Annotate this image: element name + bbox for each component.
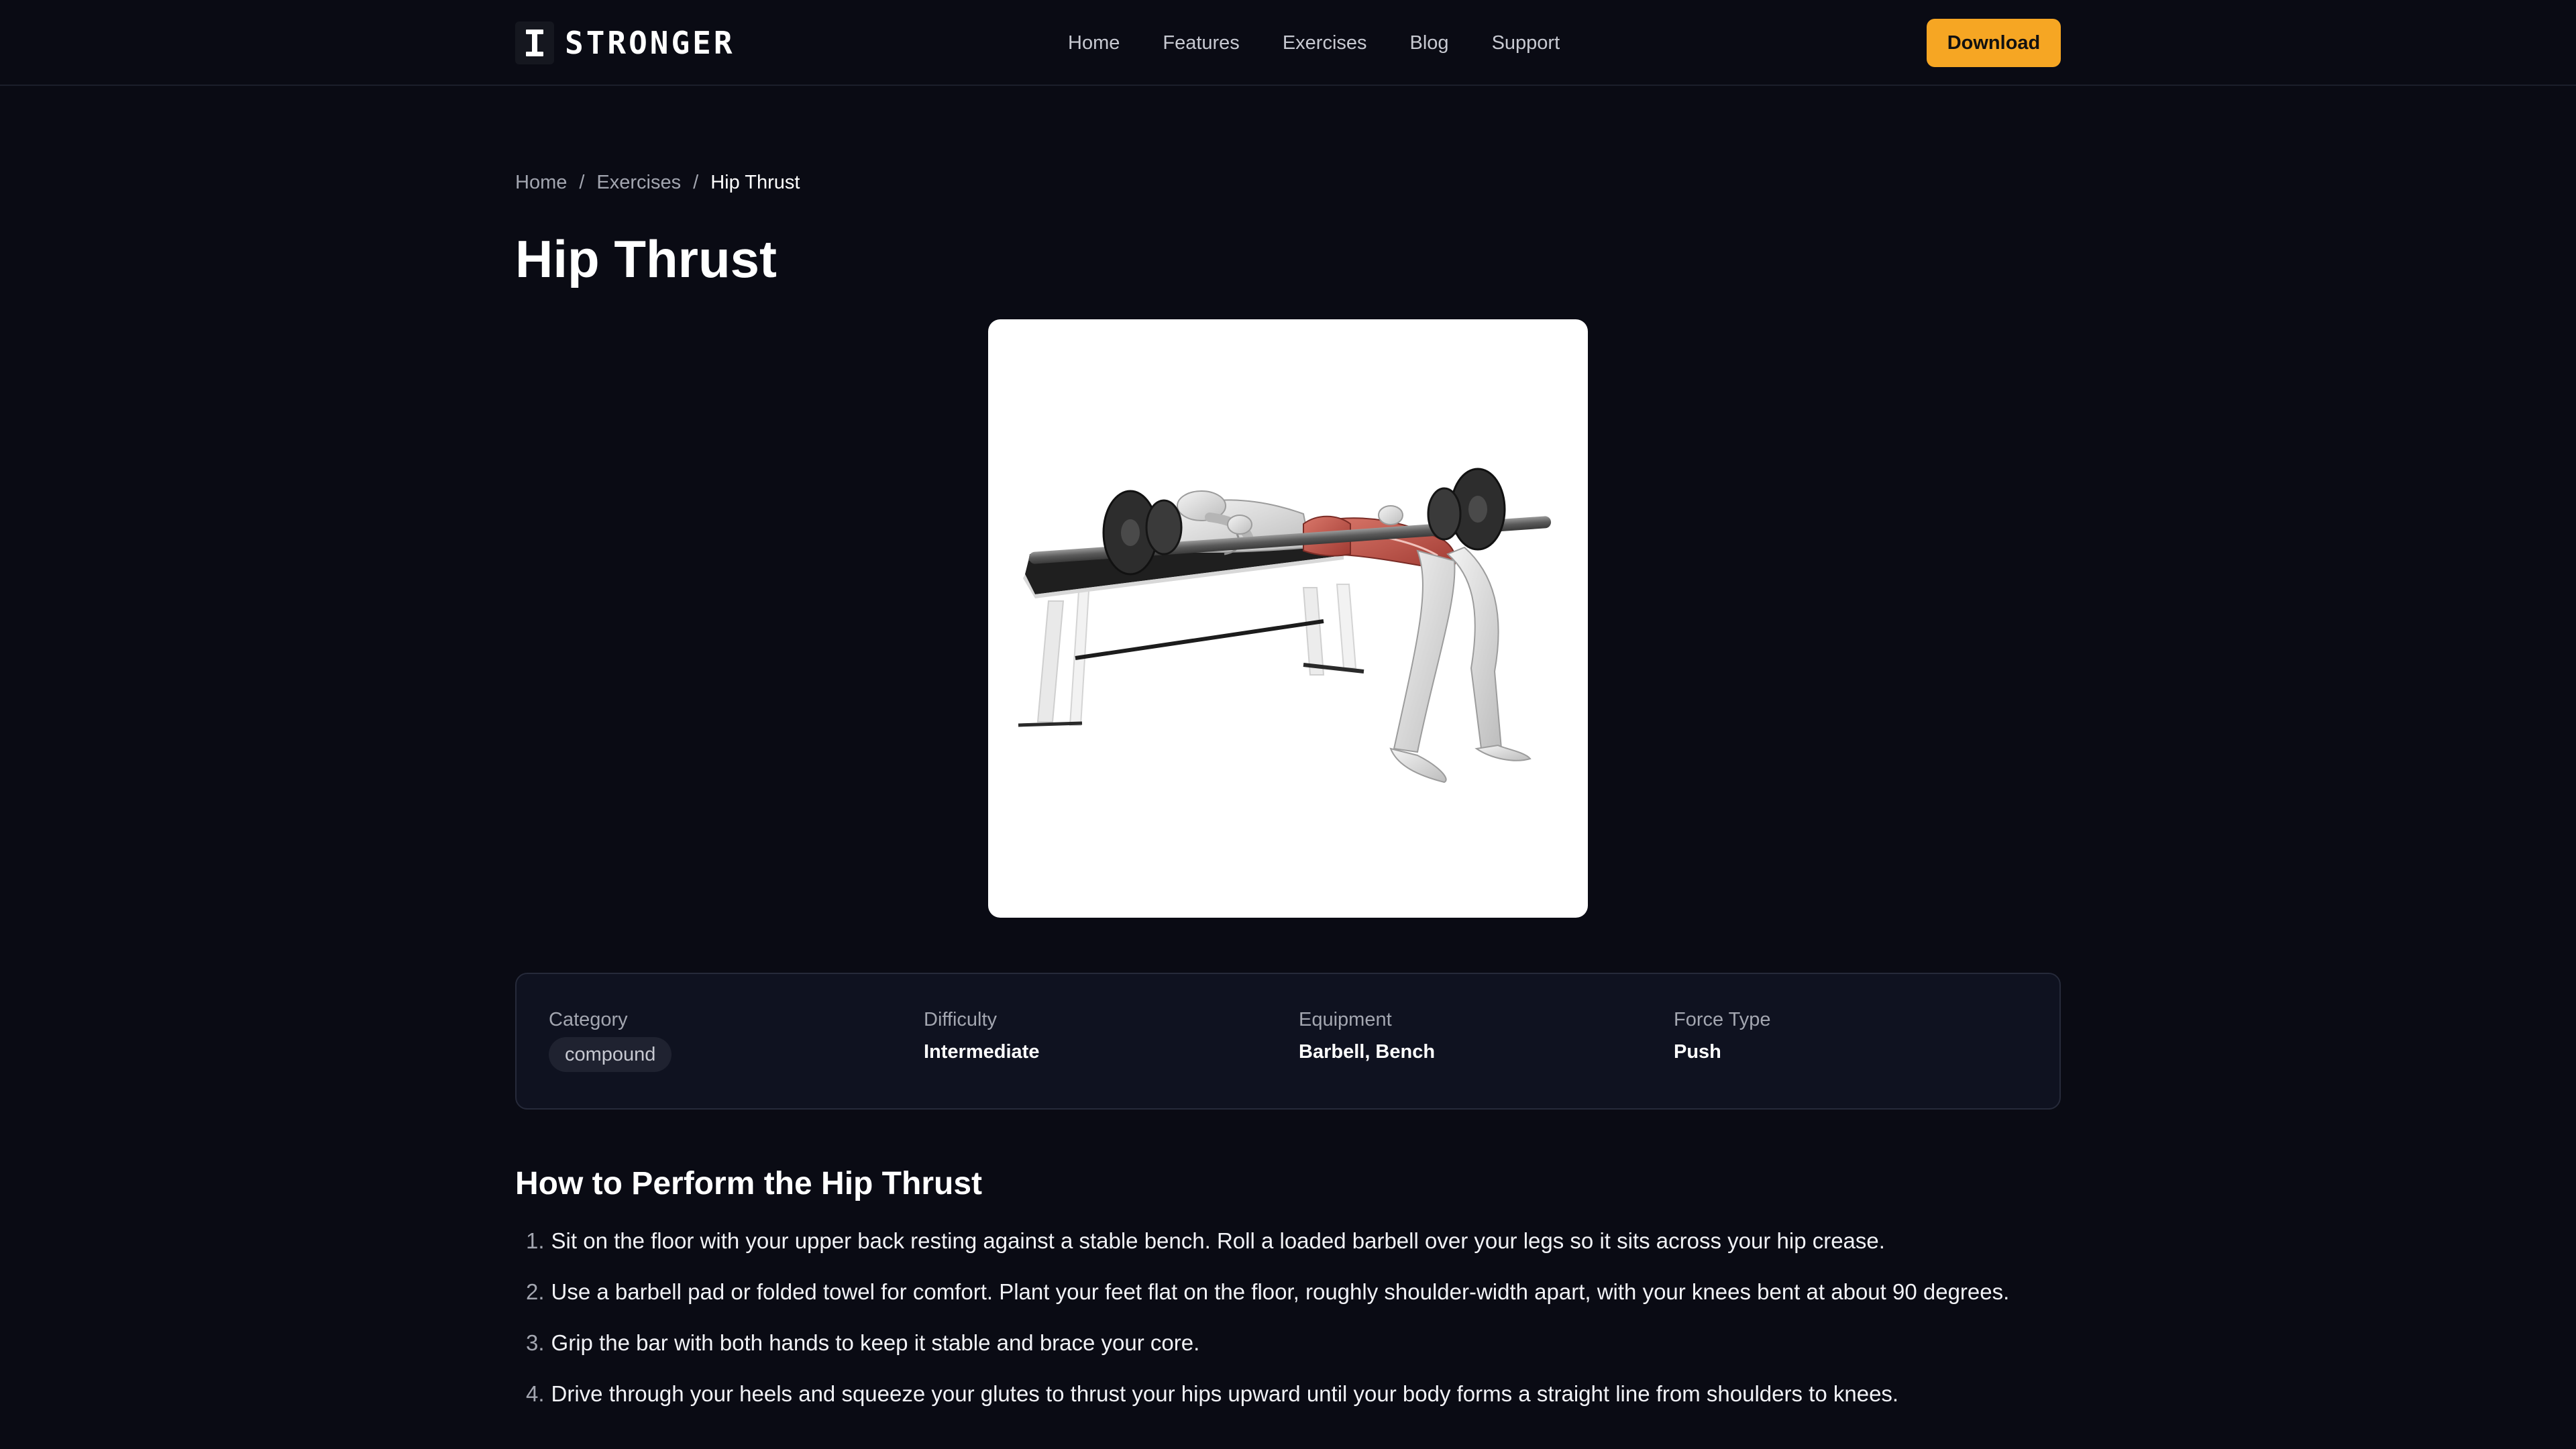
instruction-step: 1. Sit on the floor with your upper back …: [526, 1224, 2061, 1258]
instruction-step: 3. Grip the bar with both hands to keep i…: [526, 1326, 2061, 1360]
difficulty-value: Intermediate: [924, 1041, 1040, 1063]
nav-link-support[interactable]: Support: [1492, 32, 1560, 54]
nav-link-features[interactable]: Features: [1163, 32, 1239, 54]
hip-thrust-illustration: [1018, 468, 1552, 784]
instructions-heading: How to Perform the Hip Thrust: [515, 1166, 982, 1201]
breadcrumb-current: Hip Thrust: [710, 172, 800, 193]
step-text: Sit on the floor with your upper back re…: [551, 1228, 1885, 1253]
force-type-label: Force Type: [1674, 1009, 1771, 1030]
nav-link-exercises[interactable]: Exercises: [1283, 32, 1367, 54]
category-field: Category compound: [549, 1008, 672, 1072]
category-label: Category: [549, 1009, 628, 1030]
instruction-step: 2. Use a barbell pad or folded towel for …: [526, 1275, 2061, 1309]
instruction-step: 4. Drive through your heels and squeeze y…: [526, 1377, 2061, 1411]
page-title: Hip Thrust: [515, 229, 777, 288]
brand-logo[interactable]: STRONGER: [515, 21, 735, 64]
breadcrumb-separator: /: [579, 172, 585, 193]
breadcrumb-exercises[interactable]: Exercises: [596, 172, 681, 194]
difficulty-field: Difficulty Intermediate: [924, 1008, 1039, 1064]
equipment-value: Barbell, Bench: [1299, 1041, 1436, 1063]
nav-link-home[interactable]: Home: [1068, 32, 1120, 54]
force-type-value: Push: [1674, 1041, 1721, 1063]
step-number: 3.: [526, 1330, 545, 1355]
equipment-label: Equipment: [1299, 1009, 1392, 1030]
breadcrumb-separator: /: [693, 172, 699, 193]
exercise-info-panel: Category compound Difficulty Intermediat…: [515, 973, 2061, 1110]
site-header: STRONGER Home Features Exercises Blog Su…: [0, 0, 2576, 86]
brand-name: STRONGER: [565, 25, 735, 61]
exercise-image: [988, 319, 1588, 918]
instruction-steps: 1. Sit on the floor with your upper back …: [526, 1224, 2061, 1428]
nav-link-blog[interactable]: Blog: [1410, 32, 1449, 54]
download-button[interactable]: Download: [1927, 19, 2061, 67]
category-badge: compound: [549, 1037, 672, 1072]
step-text: Drive through your heels and squeeze you…: [551, 1381, 1899, 1406]
equipment-field: Equipment Barbell, Bench: [1299, 1008, 1435, 1064]
step-number: 2.: [526, 1279, 545, 1304]
step-text: Use a barbell pad or folded towel for co…: [551, 1279, 2010, 1304]
force-type-field: Force Type Push: [1674, 1008, 1771, 1064]
step-number: 1.: [526, 1228, 545, 1253]
dumbbell-icon: [515, 21, 554, 64]
step-text: Grip the bar with both hands to keep it …: [551, 1330, 1200, 1355]
breadcrumb: Home / Exercises / Hip Thrust: [515, 172, 800, 194]
step-number: 4.: [526, 1381, 545, 1406]
breadcrumb-home[interactable]: Home: [515, 172, 567, 194]
difficulty-label: Difficulty: [924, 1009, 998, 1030]
main-nav: Home Features Exercises Blog Support: [1068, 27, 1560, 59]
